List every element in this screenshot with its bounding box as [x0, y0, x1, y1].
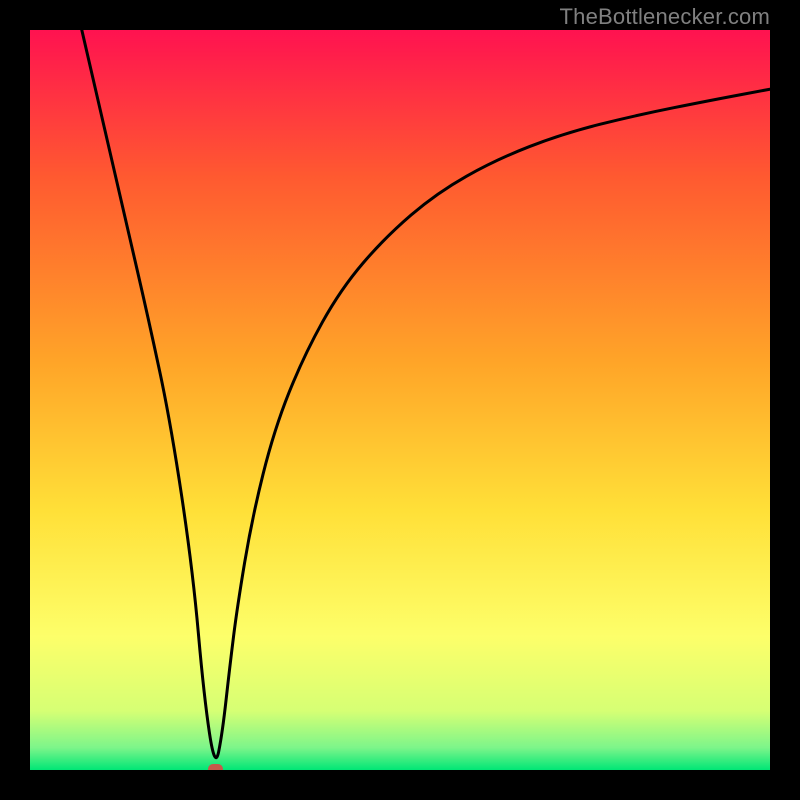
watermark-label: TheBottlenecker.com [560, 4, 770, 30]
gradient-background [30, 30, 770, 770]
minimum-marker [208, 764, 223, 770]
plot-area [30, 30, 770, 770]
chart-container: TheBottlenecker.com [0, 0, 800, 800]
